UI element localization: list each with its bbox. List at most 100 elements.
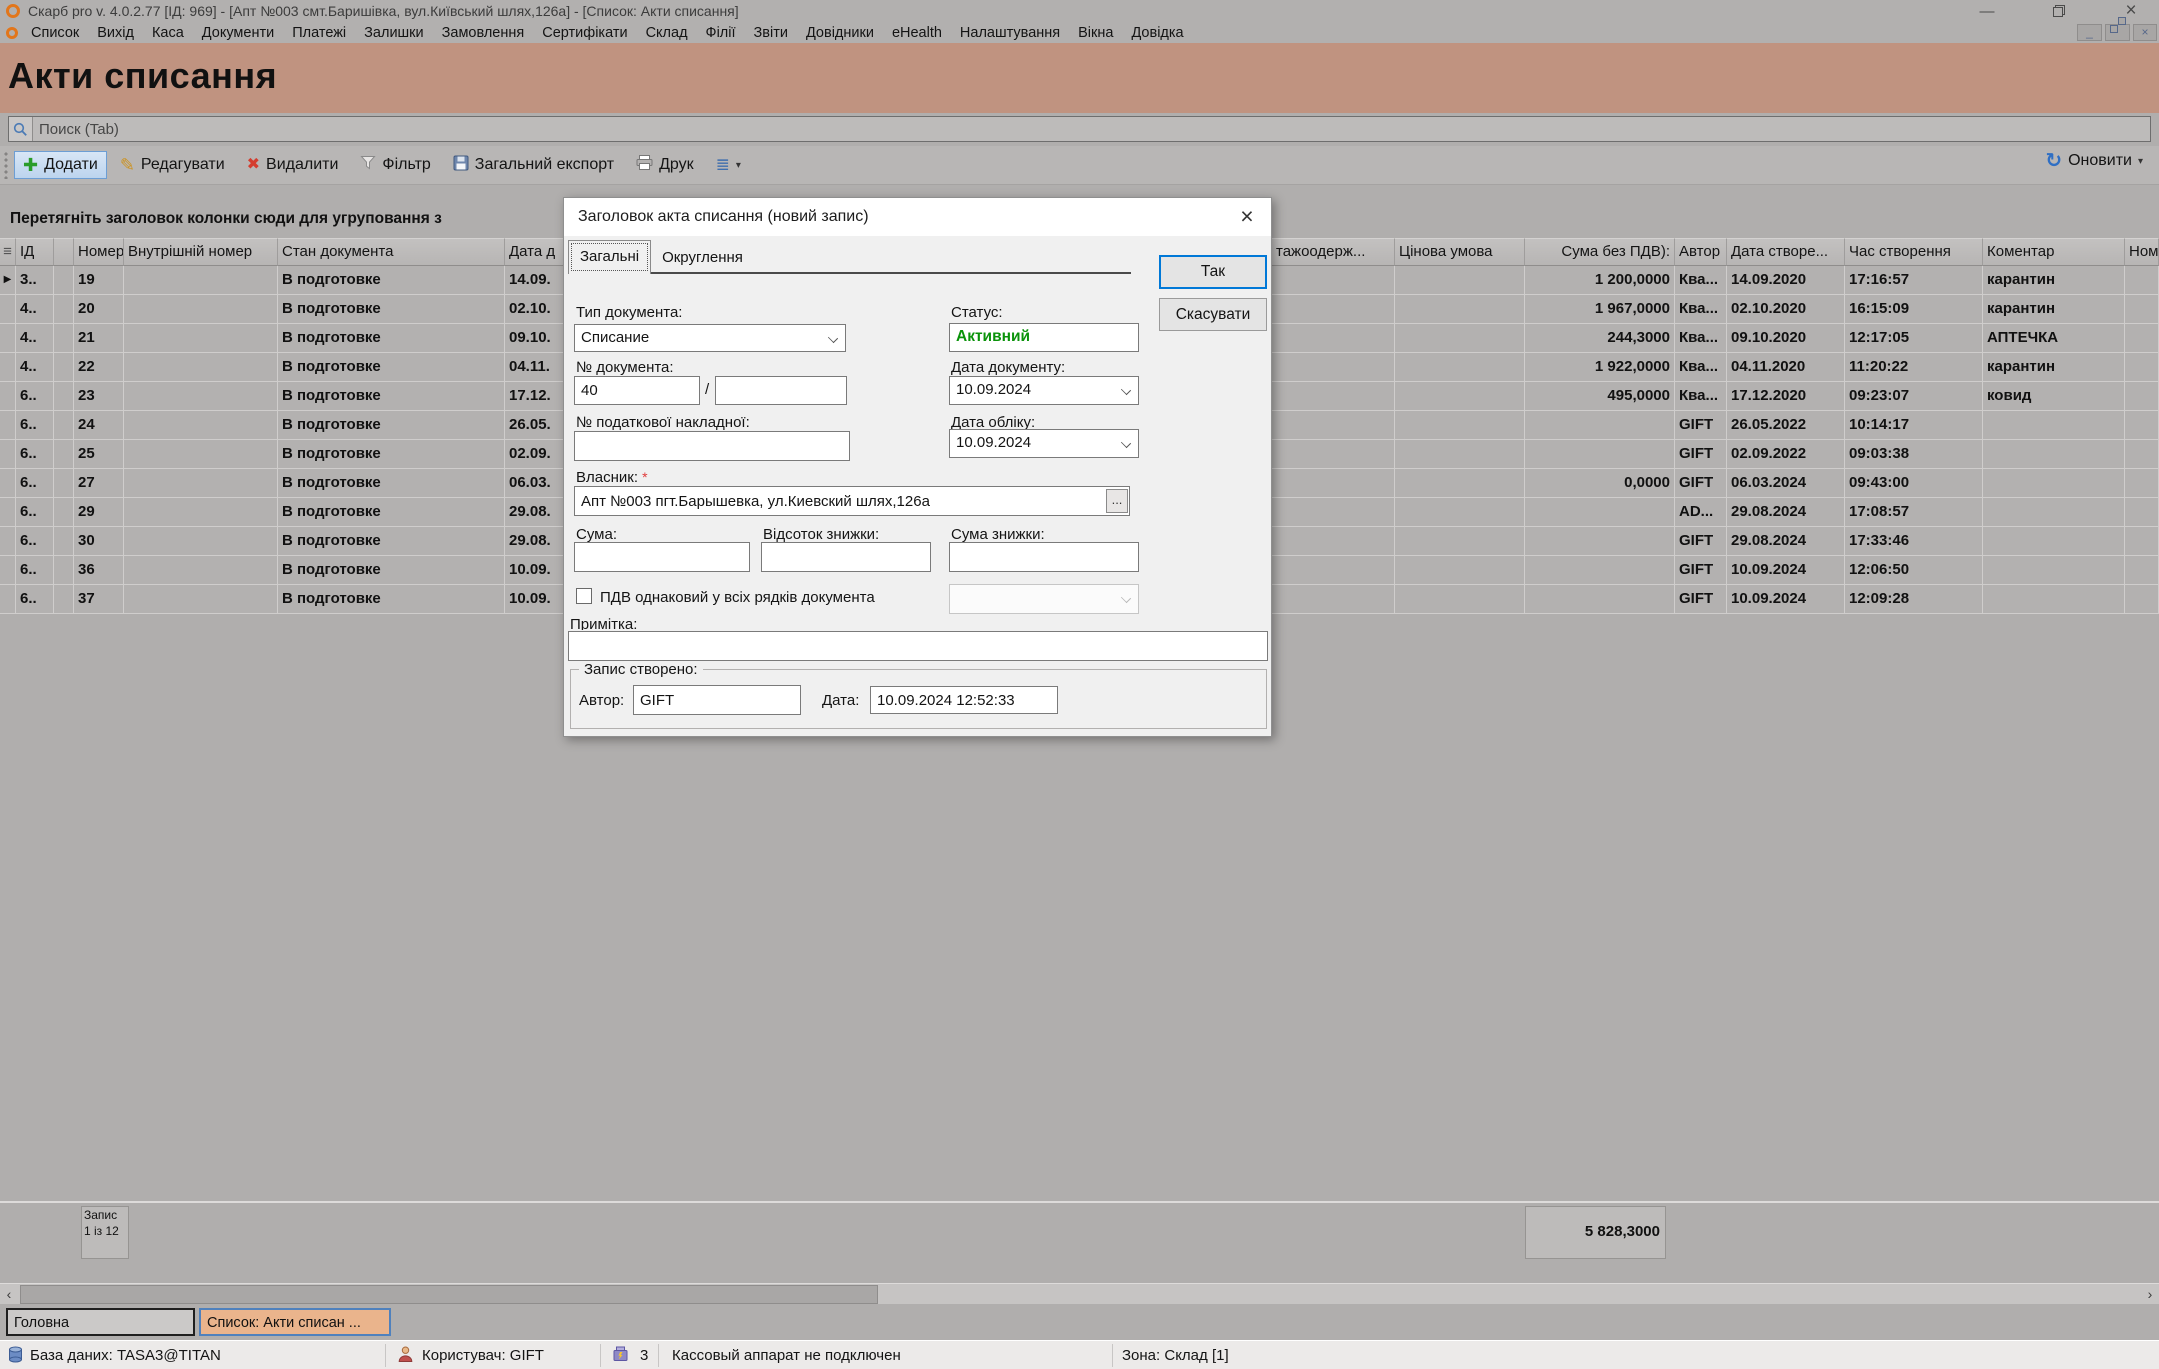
- table-cell: GIFT: [1675, 440, 1727, 469]
- table-cell: [2125, 295, 2159, 324]
- created-date-input[interactable]: [870, 686, 1058, 714]
- table-cell: 6..: [16, 585, 54, 614]
- mdi-minimize-button[interactable]: _: [2077, 24, 2102, 41]
- refresh-button[interactable]: ↻ Оновити ▾: [2045, 152, 2143, 170]
- menu-item-6[interactable]: Замовлення: [433, 25, 534, 41]
- page-header: Акти списання: [0, 43, 2159, 113]
- scroll-left-arrow[interactable]: ‹: [0, 1284, 18, 1305]
- table-cell: [124, 382, 278, 411]
- table-cell: В подготовке: [278, 585, 505, 614]
- table-cell: 4..: [16, 353, 54, 382]
- table-cell: [1395, 527, 1525, 556]
- filter-button[interactable]: Фільтр: [351, 150, 439, 180]
- column-header[interactable]: Коментар: [1983, 238, 2125, 266]
- menu-item-12[interactable]: eHealth: [883, 25, 951, 41]
- toolbar-grip[interactable]: [3, 151, 9, 179]
- table-cell: [1983, 440, 2125, 469]
- cancel-button[interactable]: Скасувати: [1159, 298, 1267, 331]
- add-button[interactable]: ✚ Додати: [14, 151, 107, 179]
- column-header[interactable]: Час створення: [1845, 238, 1983, 266]
- table-cell: GIFT: [1675, 585, 1727, 614]
- menu-item-4[interactable]: Платежі: [283, 25, 355, 41]
- doc-number-input[interactable]: [574, 376, 700, 405]
- tab-rounding[interactable]: Округлення: [651, 242, 754, 272]
- scrollbar-thumb[interactable]: [20, 1285, 878, 1304]
- author-input[interactable]: [633, 685, 801, 715]
- menu-item-1[interactable]: Вихід: [88, 25, 143, 41]
- doc-number-suffix-input[interactable]: [715, 376, 847, 405]
- tab-general[interactable]: Загальні: [568, 240, 651, 274]
- table-cell: [0, 353, 16, 382]
- menu-item-11[interactable]: Довідники: [797, 25, 883, 41]
- export-button[interactable]: Загальний експорт: [444, 150, 623, 181]
- table-cell: 12:09:28: [1845, 585, 1983, 614]
- author-label: Автор:: [579, 692, 624, 709]
- restore-button[interactable]: [2044, 0, 2074, 22]
- table-cell: Ква...: [1675, 266, 1727, 295]
- print-button[interactable]: Друк: [627, 150, 703, 180]
- funnel-icon: [360, 155, 376, 175]
- edit-button[interactable]: ✎ Редагувати: [111, 151, 234, 179]
- column-header[interactable]: Цінова умова: [1395, 238, 1525, 266]
- search-icon[interactable]: [9, 117, 33, 141]
- ok-button[interactable]: Так: [1159, 255, 1267, 289]
- doc-date-select[interactable]: 10.09.2024: [949, 376, 1139, 405]
- menu-item-9[interactable]: Філії: [697, 25, 745, 41]
- user-status: Користувач: GIFT: [422, 1347, 544, 1364]
- discount-percent-input[interactable]: [761, 542, 931, 572]
- column-header[interactable]: тажоодерж...: [1272, 238, 1395, 266]
- scroll-right-arrow[interactable]: ›: [2141, 1284, 2159, 1305]
- menu-item-2[interactable]: Каса: [143, 25, 193, 41]
- column-header[interactable]: Сума без ПДВ):: [1525, 238, 1675, 266]
- column-header[interactable]: ІД: [16, 238, 54, 266]
- table-cell: [54, 411, 74, 440]
- table-cell: 17:08:57: [1845, 498, 1983, 527]
- doc-number-separator: /: [705, 381, 709, 398]
- owner-input[interactable]: [574, 486, 1130, 516]
- table-cell: [124, 324, 278, 353]
- view-options-button[interactable]: ≣ ▾: [707, 153, 750, 177]
- vat-equal-checkbox[interactable]: [576, 588, 592, 604]
- menu-item-3[interactable]: Документи: [193, 25, 283, 41]
- table-cell: [1395, 469, 1525, 498]
- column-header[interactable]: Внутрішній номер: [124, 238, 278, 266]
- menu-item-5[interactable]: Залишки: [355, 25, 432, 41]
- table-cell: Ква...: [1675, 324, 1727, 353]
- column-header[interactable]: ≡: [0, 238, 16, 266]
- menu-item-13[interactable]: Налаштування: [951, 25, 1069, 41]
- list-icon: ≣: [716, 158, 730, 172]
- accounting-date-select[interactable]: 10.09.2024: [949, 429, 1139, 458]
- menu-item-7[interactable]: Сертифікати: [533, 25, 636, 41]
- menu-item-8[interactable]: Склад: [637, 25, 697, 41]
- menu-bar: СписокВихідКасаДокументиПлатежіЗалишкиЗа…: [0, 22, 2159, 43]
- table-cell: 23: [74, 382, 124, 411]
- menu-item-14[interactable]: Вікна: [1069, 25, 1122, 41]
- column-header[interactable]: Автор: [1675, 238, 1727, 266]
- export-button-label: Загальний експорт: [475, 156, 614, 174]
- tax-invoice-input[interactable]: [574, 431, 850, 461]
- tab-main[interactable]: Головна: [6, 1308, 195, 1336]
- owner-browse-button[interactable]: ...: [1106, 489, 1128, 513]
- table-cell: В подготовке: [278, 353, 505, 382]
- delete-button[interactable]: ✖ Видалити: [238, 151, 348, 179]
- column-header[interactable]: Ном: [2125, 238, 2159, 266]
- note-input[interactable]: [568, 631, 1268, 661]
- sum-input[interactable]: [574, 542, 750, 572]
- menu-item-10[interactable]: Звіти: [745, 25, 797, 41]
- mdi-close-button[interactable]: ×: [2133, 24, 2157, 41]
- table-cell: AD...: [1675, 498, 1727, 527]
- column-header[interactable]: Дата створе...: [1727, 238, 1845, 266]
- menu-item-0[interactable]: Список: [22, 25, 88, 41]
- tab-list-write-off-acts[interactable]: Список: Акти списан ...: [199, 1308, 391, 1336]
- mdi-restore-button[interactable]: [2105, 24, 2130, 41]
- discount-sum-input[interactable]: [949, 542, 1139, 572]
- column-header[interactable]: Номер: [74, 238, 124, 266]
- dialog-close-button[interactable]: ×: [1233, 203, 1261, 231]
- delete-button-label: Видалити: [266, 156, 338, 174]
- column-header[interactable]: [54, 238, 74, 266]
- minimize-button[interactable]: —: [1972, 0, 2002, 22]
- doc-type-select[interactable]: Списание: [574, 324, 846, 352]
- menu-item-15[interactable]: Довідка: [1122, 25, 1192, 41]
- column-header[interactable]: Стан документа: [278, 238, 505, 266]
- search-input[interactable]: [33, 121, 2150, 138]
